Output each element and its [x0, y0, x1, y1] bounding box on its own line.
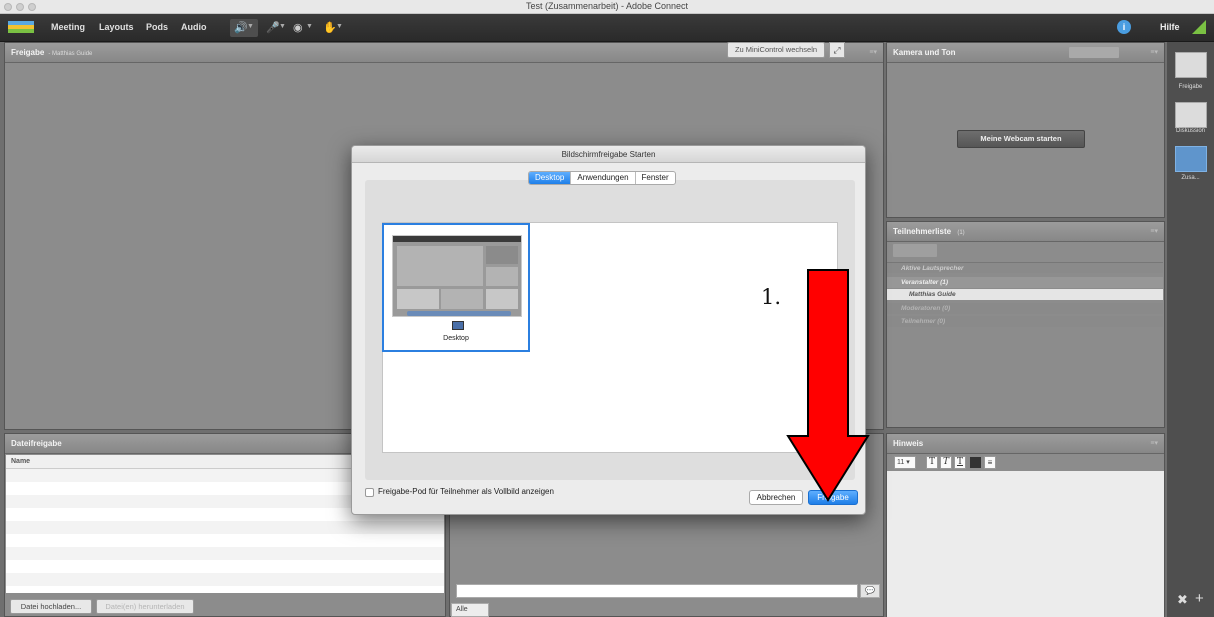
layout-label-share[interactable]: Freigabe — [1167, 84, 1214, 90]
menu-meeting[interactable]: Meeting — [51, 22, 85, 32]
pod-menu-icon[interactable]: ≡▾ — [1150, 439, 1158, 447]
webcam-icon: ◉ — [293, 22, 303, 34]
font-size-select[interactable]: 11 ▾ — [894, 456, 916, 469]
red-arrow-shape — [786, 269, 870, 502]
desktop-thumbnail[interactable]: Desktop — [382, 223, 530, 352]
notes-body[interactable] — [887, 471, 1164, 617]
fullscreen-checkbox-label: Freigabe-Pod für Teilnehmer als Vollbild… — [378, 487, 554, 496]
window-title: Test (Zusammenarbeit) - Adobe Connect — [525, 1, 689, 11]
chevron-down-icon: ▼ — [336, 23, 343, 30]
text-color-icon[interactable] — [970, 457, 981, 468]
text-bold-icon[interactable]: T — [926, 456, 938, 469]
menubar: Meeting Layouts Pods Audio 🔊 ▼ 🎤 ▼ ◉ ▼ ✋… — [0, 14, 1214, 42]
help-menu[interactable]: Hilfe — [1160, 22, 1180, 32]
tab-windows[interactable]: Fenster — [634, 172, 675, 184]
minicontrol-button[interactable]: Zu MiniControl wechseln — [727, 42, 825, 58]
attendee-view-toggle-icon[interactable] — [893, 244, 937, 257]
list-item — [6, 521, 444, 534]
pod-menu-icon[interactable]: ≡▾ — [1150, 227, 1158, 235]
attendees-pod-header: Teilnehmerliste (1) ≡▾ — [887, 222, 1164, 242]
pod-menu-icon[interactable]: ≡▾ — [869, 48, 877, 56]
tab-applications[interactable]: Anwendungen — [570, 172, 634, 184]
window-titlebar: Test (Zusammenarbeit) - Adobe Connect — [0, 0, 1214, 14]
notes-pod-header: Hinweis ≡▾ — [887, 434, 1164, 454]
notes-pod-title: Hinweis — [893, 439, 924, 448]
upload-file-button[interactable]: Datei hochladen... — [10, 599, 92, 614]
hand-icon: ✋ — [323, 22, 337, 34]
text-underline-icon[interactable]: T — [954, 456, 966, 469]
chevron-down-icon: ▼ — [306, 23, 313, 30]
layout-label-collaboration[interactable]: Zusa... — [1167, 175, 1214, 181]
desktop-preview-image — [392, 235, 522, 317]
monitor-icon — [452, 321, 464, 330]
files-pod-title: Dateifreigabe — [11, 439, 62, 448]
pod-menu-icon[interactable]: ≡▾ — [1150, 48, 1158, 56]
menu-audio[interactable]: Audio — [181, 22, 207, 32]
bullet-list-icon[interactable]: ≡ — [984, 456, 996, 469]
microphone-icon: 🎤 — [266, 22, 280, 34]
tab-chat-all[interactable]: Alle — [451, 603, 489, 617]
active-speakers-row: Aktive Lautsprecher — [887, 262, 1163, 273]
chevron-down-icon: ▼ — [279, 23, 286, 30]
raise-hand-button[interactable]: ✋ ▼ — [319, 19, 347, 37]
layout-label-discussion[interactable]: Diskussion — [1167, 128, 1214, 134]
share-pod-title: Freigabe - Matthias Guide — [11, 48, 93, 57]
share-type-tabs: Desktop Anwendungen Fenster — [528, 171, 676, 185]
fullscreen-checkbox[interactable] — [365, 488, 374, 497]
red-arrow-annotation-icon — [786, 269, 870, 502]
speaker-icon: 🔊 — [234, 22, 248, 34]
microphone-button[interactable]: 🎤 ▼ — [262, 19, 290, 37]
presenters-group-row[interactable]: Moderatoren (0) — [887, 303, 1163, 314]
webcam-toolbar-button[interactable]: ◉ ▼ — [289, 19, 317, 37]
dialog-title: Bildschirmfreigabe Starten — [561, 150, 656, 159]
start-webcam-button[interactable]: Meine Webcam starten — [957, 130, 1085, 148]
tab-desktop[interactable]: Desktop — [529, 172, 571, 184]
chevron-down-icon: ▼ — [247, 23, 254, 30]
connection-signal-icon — [1192, 20, 1206, 34]
camera-layout-icon[interactable] — [1069, 47, 1119, 58]
layouts-sidebar: Freigabe Diskussion Zusa... ✖ + — [1167, 42, 1214, 617]
layout-collaboration-icon[interactable] — [1175, 146, 1207, 172]
layout-share-icon[interactable] — [1175, 52, 1207, 78]
thumbnail-label: Desktop — [443, 335, 469, 342]
list-item — [6, 573, 444, 586]
list-item — [6, 547, 444, 560]
menu-pods[interactable]: Pods — [146, 22, 168, 32]
adobe-connect-logo-icon — [8, 21, 34, 33]
list-item — [6, 534, 444, 547]
send-message-icon[interactable]: 💬 — [860, 584, 880, 598]
layout-discussion-icon[interactable] — [1175, 102, 1207, 128]
info-icon[interactable]: i — [1117, 20, 1131, 34]
text-italic-icon[interactable]: T — [940, 456, 952, 469]
tools-icon[interactable]: ✖ — [1177, 592, 1188, 608]
participants-group-row[interactable]: Teilnehmer (0) — [887, 316, 1163, 327]
camera-pod-header: Kamera und Ton ≡▾ — [887, 43, 1164, 63]
fullscreen-icon[interactable]: ⤢ — [829, 42, 845, 58]
list-item — [6, 560, 444, 573]
hosts-group-row[interactable]: Veranstalter (1) — [887, 277, 1163, 288]
attendees-pod-title: Teilnehmerliste (1) — [893, 227, 965, 236]
menu-layouts[interactable]: Layouts — [99, 22, 134, 32]
speaker-button[interactable]: 🔊 ▼ — [230, 19, 258, 37]
chat-input[interactable] — [456, 584, 858, 598]
download-files-button[interactable]: Datei(en) herunterladen — [96, 599, 194, 614]
add-layout-icon[interactable]: + — [1195, 590, 1204, 607]
step-annotation-label: 1. — [761, 285, 782, 309]
attendee-row[interactable]: Matthias Guide — [887, 289, 1163, 300]
camera-pod-title: Kamera und Ton — [893, 48, 956, 57]
